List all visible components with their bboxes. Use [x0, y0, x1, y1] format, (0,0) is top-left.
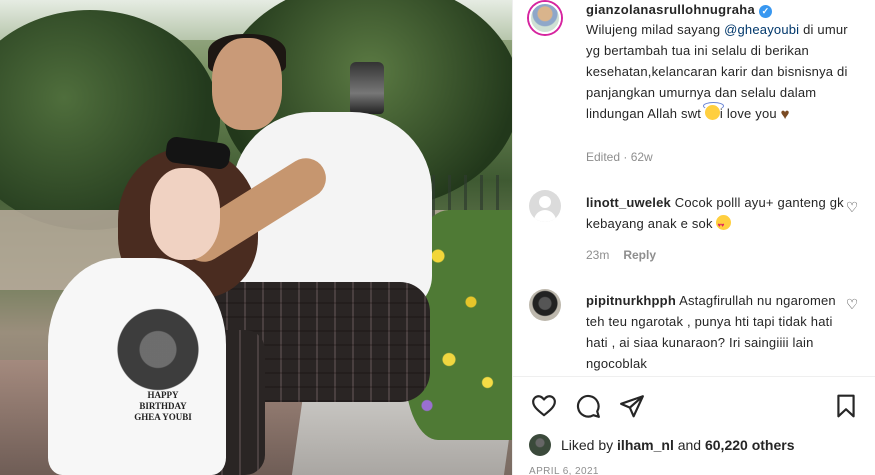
caption-edited-time: Edited · 62w — [586, 150, 653, 164]
default-avatar-body — [534, 210, 556, 222]
shirt-print-text: HAPPY BIRTHDAY GHEA YOUBI — [134, 390, 192, 422]
default-avatar-head — [539, 196, 551, 208]
paper-plane-icon[interactable] — [619, 393, 645, 419]
heart-eyes-emoji-icon — [716, 215, 732, 237]
liker-username[interactable]: ilham_nl — [617, 437, 674, 453]
post-caption: Wilujeng milad sayang @gheayoubi di umur… — [586, 19, 856, 125]
comment-item: pipitnurkhpph Astagfirullah nu ngaromen … — [586, 290, 846, 374]
comment-username[interactable]: pipitnurkhpph — [586, 293, 676, 308]
likes-middle: and — [673, 437, 705, 453]
woman-face — [150, 168, 220, 260]
smiling-halo-emoji-icon — [702, 102, 724, 120]
post-actions-bar — [513, 376, 875, 436]
comment-username[interactable]: linott_uwelek — [586, 195, 671, 210]
heart-icon[interactable] — [531, 393, 557, 419]
owner-username[interactable]: gianzolanasrullohnugraha — [586, 2, 755, 17]
comment-like-heart-icon[interactable]: ♡ — [845, 200, 859, 214]
comment-time: 23m — [586, 248, 610, 262]
likes-summary: Liked by ilham_nl and 60,220 others — [561, 437, 794, 453]
caption-prefix: Wilujeng milad sayang — [586, 22, 725, 37]
man-head — [212, 38, 282, 130]
post-date: APRIL 6, 2021 — [529, 466, 599, 475]
bookmark-icon[interactable] — [833, 393, 859, 419]
comment-meta: 23m Reply — [586, 248, 656, 262]
liker-avatar[interactable] — [529, 434, 551, 456]
comment-like-heart-icon[interactable]: ♡ — [845, 297, 859, 311]
commenter-avatar[interactable] — [529, 289, 561, 321]
verified-badge-icon: ✓ — [759, 5, 772, 18]
comment-reply-button[interactable]: Reply — [623, 248, 656, 262]
owner-avatar[interactable] — [529, 2, 561, 34]
post-photo[interactable]: HAPPY BIRTHDAY GHEA YOUBI — [0, 0, 512, 475]
commenter-avatar[interactable] — [529, 190, 561, 222]
comments-panel: gianzolanasrullohnugraha ✓ Wilujeng milad… — [512, 0, 875, 475]
owner-username-row: gianzolanasrullohnugraha ✓ — [586, 2, 772, 18]
photo-lamp — [350, 62, 384, 114]
likes-prefix: Liked by — [561, 437, 618, 453]
caption-tail: i love you — [719, 106, 781, 121]
brown-heart-emoji-icon: ♥ — [780, 106, 790, 123]
comment-item: linott_uwelek Cocok polll ayu+ ganteng g… — [586, 192, 846, 237]
comment-bubble-icon[interactable] — [575, 393, 601, 419]
likes-count-link[interactable]: 60,220 others — [705, 437, 795, 453]
caption-mention-link[interactable]: @gheayoubi — [724, 22, 799, 37]
